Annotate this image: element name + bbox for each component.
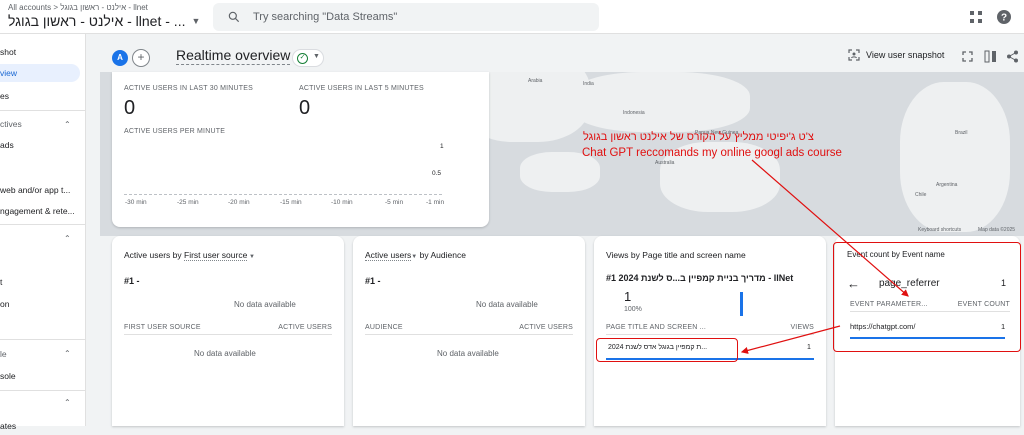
annotation-arrows — [740, 159, 909, 354]
